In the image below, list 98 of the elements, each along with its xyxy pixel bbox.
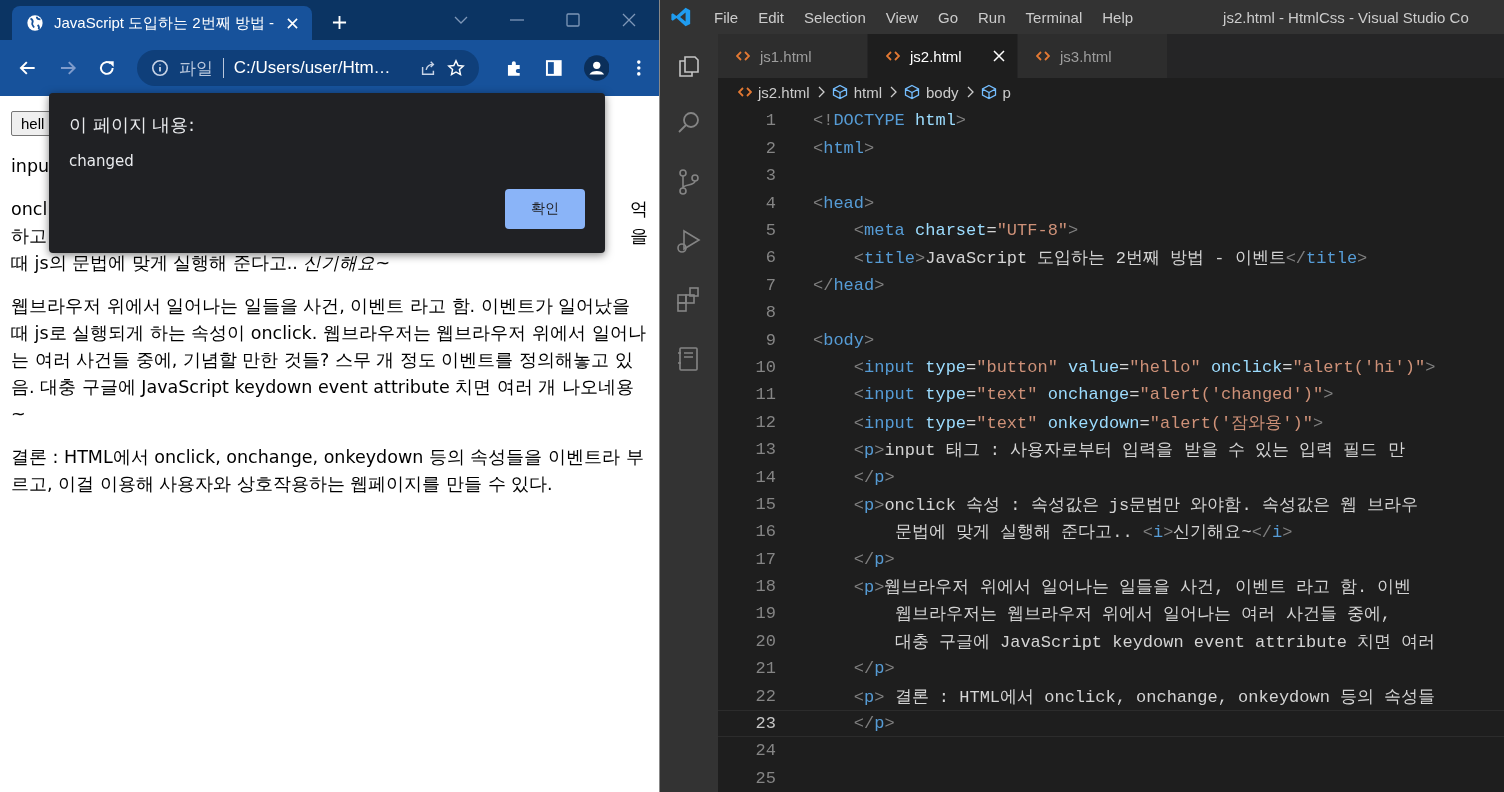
chevron-right-icon <box>816 86 825 99</box>
code-line: <p>input 태그 : 사용자로부터 입력을 받을 수 있는 입력 필드 만 <box>852 440 1405 462</box>
line-number: 5 <box>764 221 776 240</box>
cube-icon <box>980 84 997 101</box>
html-file-icon <box>1036 50 1050 63</box>
line-number: 8 <box>764 303 776 323</box>
code-line: <input type="text" onchange="alert('changed')"> <box>852 385 1334 405</box>
code-line: <meta charset="UTF-8"> <box>852 221 1079 240</box>
menu-item[interactable]: Terminal <box>1025 8 1083 26</box>
paragraph-text: 웹브라우저 위에서 일어나는 일들을 사건, 이벤트 라고 함. 이벤트가 일어났을 때 js로 실행되게 하는 속성이 onclick. 웹브라우저는 웹브라우저 위에서 일어나는 여러 사건들 중에, 기념할 만한 것들? 스무 개 정도 이벤트를 정의해놓고 있음. 대충 구글에 JavaScript keydown event attribute 치면 여러 개 나오네용~ <box>11 295 647 426</box>
line-number: 20 <box>754 631 776 651</box>
line-number: 13 <box>754 440 776 460</box>
line-number: 7 <box>764 275 776 295</box>
chevron-right-icon <box>965 86 974 99</box>
breadcrumb-item[interactable]: body <box>904 83 959 101</box>
menu-item[interactable]: Selection <box>804 8 866 26</box>
cube-icon <box>904 84 921 101</box>
line-number: 2 <box>764 138 776 158</box>
code-line: <body> <box>813 330 875 350</box>
code-line: </p> <box>852 467 895 487</box>
url-text: C:/Users/user/Htm… <box>233 58 391 78</box>
chevron-right-icon <box>889 86 898 99</box>
code-line: <p>onclick 속성 : 속성값은 js문법만 와야함. 속성값은 웹 브라우 <box>852 494 1419 516</box>
paragraph-text: oncl <box>11 198 48 221</box>
line-number: 23 <box>754 714 776 733</box>
line-number: 22 <box>754 686 776 706</box>
scheme-label: 파일 <box>178 57 213 80</box>
menu-item[interactable]: Run <box>978 8 1006 26</box>
code-line: </p> <box>852 549 895 569</box>
info-icon[interactable] <box>150 59 169 77</box>
code-line: 문법에 맞게 실행해 준다고.. <i>신기해요~</i> <box>893 522 1293 544</box>
menu-item[interactable]: File <box>714 8 739 26</box>
breadcrumb-item[interactable]: js2.html <box>738 83 810 101</box>
line-number: 24 <box>754 741 776 761</box>
line-number: 25 <box>754 768 776 788</box>
line-number: 15 <box>754 494 776 514</box>
menu-item[interactable]: Edit <box>758 8 785 26</box>
html-file-icon <box>736 50 750 63</box>
line-number: 19 <box>754 604 776 624</box>
address-bar[interactable]: 파일 C:/Users/user/Htm… <box>136 50 479 86</box>
code-line: <input type="text" onkeydown="alert('잠와용')"> <box>852 412 1324 434</box>
code-line: <p> 결론 : HTML에서 onclick, onchange, onkeydown 등의 속성들 <box>852 686 1436 708</box>
browser-tab[interactable]: JavaScript 도입하는 2번째 방법 - <box>12 6 312 40</box>
star-icon[interactable] <box>446 59 465 77</box>
code-line: <p>웹브라우저 위에서 일어나는 일들을 사건, 이벤트 라고 함. 이벤 <box>852 577 1412 599</box>
menu-item[interactable]: Help <box>1102 8 1134 26</box>
line-number: 17 <box>754 549 776 569</box>
reload-icon[interactable] <box>97 58 117 78</box>
paragraph-text: inpu <box>11 156 50 176</box>
html-file-icon <box>886 50 900 63</box>
dialog-message: changed <box>69 151 135 171</box>
line-number: 21 <box>754 659 776 679</box>
line-number: 9 <box>764 330 776 350</box>
line-number: 18 <box>754 577 776 597</box>
line-number: 1 <box>764 111 776 131</box>
editor-tab[interactable]: js1.html <box>718 34 868 79</box>
profile-icon[interactable] <box>583 55 610 81</box>
editor-tab[interactable]: js2.html <box>868 34 1018 79</box>
code-line: <!DOCTYPE html> <box>813 111 967 131</box>
line-number: 11 <box>754 385 776 405</box>
paragraph-text: 때 js의 문법에 맞게 실행해 준다고.. 신기해요~ <box>11 252 392 275</box>
window-title: js2.html - HtmlCss - Visual Studio Co <box>1223 8 1469 26</box>
editor-tab[interactable]: js3.html <box>1018 34 1168 79</box>
paragraph-text: 을 <box>630 225 648 248</box>
menu-item[interactable]: View <box>885 8 918 26</box>
globe-icon <box>26 14 44 32</box>
code-line: 웹브라우저는 웹브라우저 위에서 일어나는 여러 사건들 중에, <box>893 604 1392 626</box>
line-number: 4 <box>764 193 776 213</box>
line-number: 3 <box>764 166 776 186</box>
dialog-title: 이 페이지 내용: <box>69 113 196 137</box>
tab-title: JavaScript 도입하는 2번째 방법 - <box>54 13 276 33</box>
paragraph-text: 하고 <box>11 225 47 248</box>
line-number: 6 <box>764 248 776 268</box>
maximize-icon[interactable] <box>565 12 581 28</box>
code-line: </p> <box>852 659 895 679</box>
code-line: <html> <box>813 138 875 158</box>
side-panel-icon[interactable] <box>544 58 564 78</box>
cube-icon <box>831 84 848 101</box>
code-line: <title>JavaScript 도입하는 2번째 방법 - 이벤트</title> <box>852 248 1368 270</box>
html-file-icon <box>738 86 752 99</box>
breadcrumb-item[interactable]: html <box>831 83 883 101</box>
new-tab-icon[interactable] <box>332 15 347 30</box>
code-line: </head> <box>813 275 885 295</box>
code-line: <head> <box>813 193 875 213</box>
code-line: <input type="button" value="hello" onclick="alert('hi')"> <box>852 357 1436 377</box>
line-number: 12 <box>754 412 776 432</box>
run-debug-icon[interactable] <box>675 227 703 256</box>
line-number: 16 <box>754 522 776 542</box>
breadcrumb-item[interactable]: p <box>980 83 1011 101</box>
line-number: 10 <box>754 357 776 377</box>
paragraph-text: 결론 : HTML에서 onclick, onchange, onkeydown 등의 속성들을 이벤트라 부르고, 이걸 이용해 사용자와 상호작용하는 웹페이지를 만들 수 있다. <box>11 446 645 496</box>
menu-item[interactable]: Go <box>938 8 958 26</box>
line-number: 14 <box>754 467 776 487</box>
paragraph-text: 억 <box>630 198 648 221</box>
app-logo-icon <box>670 6 692 29</box>
code-line: </p> <box>852 714 895 733</box>
ok-button[interactable]: 확인 <box>505 189 585 229</box>
code-line: 대충 구글에 JavaScript keydown event attribute 치면 여러 <box>893 631 1436 653</box>
